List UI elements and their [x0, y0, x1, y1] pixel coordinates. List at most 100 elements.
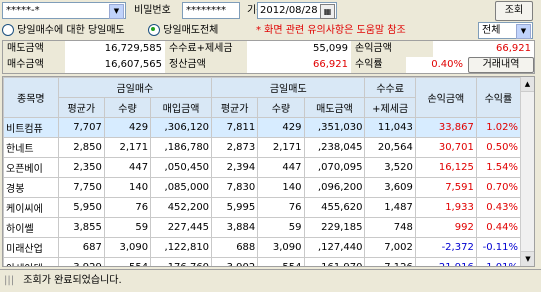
col-return-cell: 0.50%: [475, 137, 522, 158]
col-return-cell: -0.11%: [475, 237, 522, 258]
password-label: 비밀번호: [130, 2, 180, 19]
col-buy-qty-cell: 59: [103, 217, 152, 238]
scroll-down-icon[interactable]: ▼: [521, 251, 534, 266]
type-select[interactable]: 전체 ▼: [478, 22, 533, 39]
col-buy-avg-cell: 3,855: [57, 217, 105, 238]
col-buy-avg-cell: 7,707: [57, 117, 105, 138]
radio-today-all[interactable]: 당일매도전체: [148, 22, 218, 40]
scroll-up-icon[interactable]: ▲: [521, 77, 534, 92]
col-sell-avg-cell: 2,873: [211, 137, 259, 158]
settle-amount-value: 66,921: [247, 57, 351, 73]
col-sell-amt-cell: ,161,970: [303, 257, 366, 266]
col-buy-avg-header: 평균가: [57, 97, 105, 118]
table-row[interactable]: 비트컴퓨 7,707 429,306,120 7,811 429,351,030 11,0…: [3, 117, 522, 138]
col-buy-amt-cell: ,085,000: [150, 177, 213, 198]
col-sell-amt-cell: ,070,095: [303, 157, 366, 178]
col-buy-avg-cell: 2,350: [57, 157, 105, 178]
col-sell-qty-cell: 2,171: [257, 137, 305, 158]
status-bar: ||| 조회가 완료되었습니다.: [0, 269, 541, 291]
date-value: 2012/08/28: [260, 5, 318, 16]
col-name-cell: 오픈베이: [3, 157, 59, 178]
col-pnl-cell: 1,933: [414, 197, 477, 218]
col-buy-amt-cell: 227,445: [150, 217, 213, 238]
col-buy-avg-cell: 7,750: [57, 177, 105, 198]
col-return-cell: 1.02%: [475, 117, 522, 138]
col-return-cell: 0.44%: [475, 217, 522, 238]
col-pnl-header: 손익금액: [414, 77, 477, 118]
return-value: 0.40%: [406, 57, 466, 73]
col-sell-avg-cell: 3,884: [211, 217, 259, 238]
col-sell-avg-cell: 3,902: [211, 257, 259, 266]
sell-amount-value: 16,729,585: [65, 41, 165, 57]
col-buy-avg-cell: 3,929: [57, 257, 105, 266]
col-sell-qty-header: 수량: [257, 97, 305, 118]
col-sell-amt-cell: ,238,045: [303, 137, 366, 158]
status-grip-icon: |||: [4, 275, 15, 286]
col-name-header: 종목명: [3, 77, 59, 118]
table-row[interactable]: 한네트 2,850 2,171,186,780 2,873 2,171,238,045 2…: [3, 137, 522, 158]
col-sell-avg-cell: 7,830: [211, 177, 259, 198]
fee-tax-value: 55,099: [247, 41, 351, 57]
vertical-scrollbar[interactable]: ▲ ▼: [520, 77, 534, 266]
col-sell-avg-cell: 7,811: [211, 117, 259, 138]
col-name-cell: 경봉: [3, 177, 59, 198]
table-row[interactable]: 미래산업 687 3,090,122,810 688 3,090,127,440 7,00…: [3, 237, 522, 258]
col-sell-qty-cell: 554: [257, 257, 305, 266]
col-buy-amt-cell: ,306,120: [150, 117, 213, 138]
col-pnl-cell: 7,591: [414, 177, 477, 198]
col-sell-avg-cell: 2,394: [211, 157, 259, 178]
col-buy-qty-cell: 76: [103, 197, 152, 218]
radio-today-buy-label: 당일매수에 대한 당일매도: [17, 25, 125, 36]
account-input[interactable]: *****-* ▼: [2, 2, 126, 19]
col-buy-qty-cell: 447: [103, 157, 152, 178]
col-return-cell: 1.54%: [475, 157, 522, 178]
col-return-header: 수익률: [475, 77, 522, 118]
col-sell-amt-cell: 229,185: [303, 217, 366, 238]
col-return-cell: 0.43%: [475, 197, 522, 218]
col-sell-amt-cell: 455,620: [303, 197, 366, 218]
col-sell-qty-cell: 140: [257, 177, 305, 198]
col-fee-cell: 748: [364, 217, 416, 238]
col-buy-avg-cell: 5,950: [57, 197, 105, 218]
table-row[interactable]: 하이쎌 3,855 59 227,445 3,884 59 229,185 748 992 0.4…: [3, 217, 522, 238]
col-sell-qty-cell: 447: [257, 157, 305, 178]
warning-text: * 화면 관련 유의사항은 도움말 참조: [256, 25, 406, 36]
calendar-icon[interactable]: ▦: [320, 4, 335, 19]
col-buy-avg-cell: 687: [57, 237, 105, 258]
radio-today-buy[interactable]: 당일매수에 대한 당일매도: [2, 22, 125, 40]
col-sell-group-header: 금일매도: [211, 77, 366, 98]
history-button[interactable]: 거래내역: [468, 57, 534, 73]
query-button[interactable]: 조회: [495, 1, 533, 21]
chevron-down-icon[interactable]: ▼: [516, 24, 531, 39]
col-buy-amt-cell: ,176,760: [150, 257, 213, 266]
chevron-down-icon[interactable]: ▼: [109, 4, 124, 19]
buy-amount-label: 매수금액: [3, 57, 65, 73]
col-sell-qty-cell: 76: [257, 197, 305, 218]
radio-today-all-label: 당일매도전체: [163, 25, 219, 36]
date-input[interactable]: 2012/08/28 ▦: [257, 2, 337, 19]
col-pnl-cell: -21,916: [414, 257, 477, 266]
col-name-cell: 비트컴퓨: [3, 117, 59, 138]
col-buy-avg-cell: 2,850: [57, 137, 105, 158]
col-buy-amt-cell: ,050,450: [150, 157, 213, 178]
table-row[interactable]: 아세아텍3,929554,176,7603,902554,161,9707,12…: [3, 257, 522, 266]
col-buy-group-header: 금일매수: [57, 77, 213, 98]
col-fee-cell: 1,487: [364, 197, 416, 218]
table-row[interactable]: 오픈베이 2,350 447,050,450 2,394 447,070,095 3,52…: [3, 157, 522, 178]
col-buy-amt-cell: ,122,810: [150, 237, 213, 258]
summary-panel: 매도금액 16,729,585 수수료+제세금 55,099 손익금액 66,9…: [2, 40, 535, 74]
radio-icon[interactable]: [2, 24, 14, 36]
account-value: *****-*: [6, 5, 40, 16]
col-fee-cell: 7,126: [364, 257, 416, 266]
table-row[interactable]: 경봉 7,750 140,085,000 7,830 140,096,200 3,609 7…: [3, 177, 522, 198]
col-fee-cell: 20,564: [364, 137, 416, 158]
table-row[interactable]: 케이씨에 5,950 76 452,200 5,995 76 455,620 1,487 1,9…: [3, 197, 522, 218]
col-fee-cell: 3,520: [364, 157, 416, 178]
radio-icon-selected[interactable]: [148, 24, 160, 36]
col-name-cell: 아세아텍: [3, 257, 59, 266]
password-input[interactable]: ********: [182, 2, 240, 19]
col-sell-qty-cell: 59: [257, 217, 305, 238]
trade-grid: 종목명 금일매수 금일매도 수수료 손익금액 수익률 평균가 수량 매입금액 평…: [2, 76, 535, 267]
col-pnl-cell: 33,867: [414, 117, 477, 138]
col-sell-amt-cell: ,096,200: [303, 177, 366, 198]
